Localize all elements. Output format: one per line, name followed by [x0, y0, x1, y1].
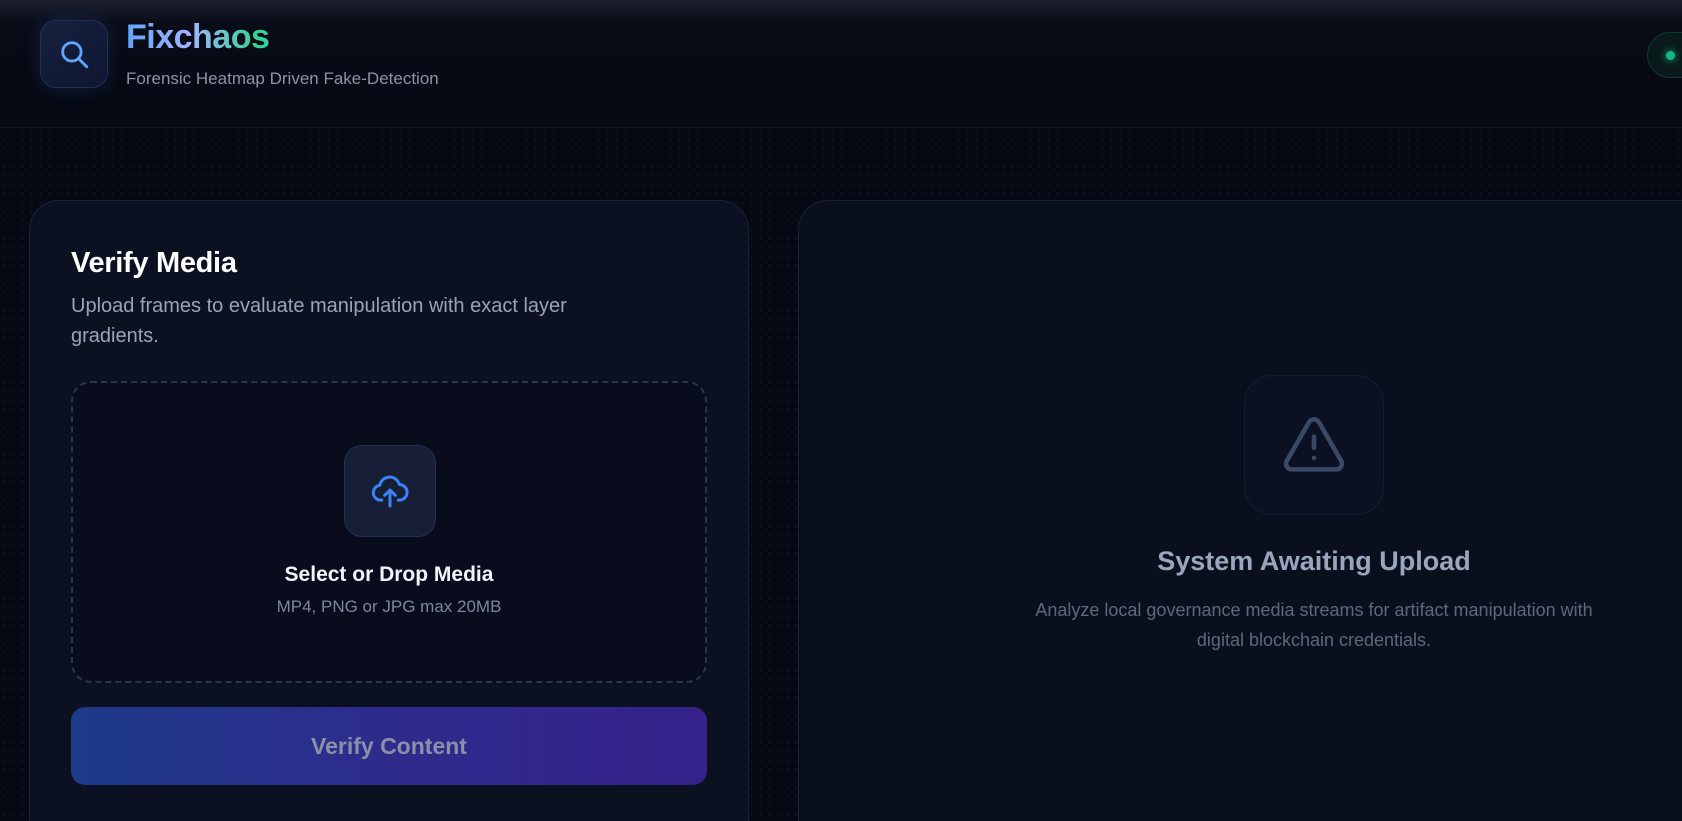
- search-icon: [61, 41, 89, 69]
- media-dropzone[interactable]: Select or Drop Media MP4, PNG or JPG max…: [71, 381, 707, 683]
- verify-content-button[interactable]: Verify Content: [71, 707, 707, 785]
- logo-button[interactable]: [40, 20, 108, 88]
- upload-icon-container: [344, 445, 436, 537]
- result-panel: System Awaiting Upload Analyze local gov…: [798, 200, 1682, 821]
- warning-icon-container: [1244, 375, 1384, 515]
- panel-description: Upload frames to evaluate manipulation w…: [71, 295, 567, 347]
- dropzone-title: Select or Drop Media: [284, 563, 494, 586]
- panel-title: Verify Media: [71, 247, 237, 279]
- dropzone-hint: MP4, PNG or JPG max 20MB: [276, 597, 502, 616]
- result-description: Analyze local governance media streams f…: [1035, 600, 1593, 650]
- app-title: Fixchaos: [126, 18, 270, 56]
- upload-panel: Verify Media Upload frames to evaluate m…: [29, 200, 749, 821]
- status-dot: [1666, 51, 1675, 60]
- status-indicator: [1647, 32, 1682, 78]
- top-bar: Fixchaos Forensic Heatmap Driven Fake-De…: [0, 0, 1682, 128]
- result-title: System Awaiting Upload: [1157, 546, 1471, 576]
- cloud-upload-icon: [371, 475, 409, 508]
- warning-triangle-icon: [1283, 417, 1345, 472]
- app-subtitle: Forensic Heatmap Driven Fake-Detection: [126, 69, 439, 88]
